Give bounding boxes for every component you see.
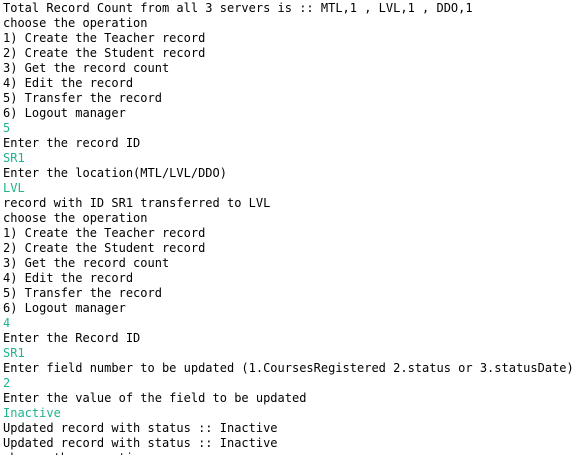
- console-line: choose the operation: [3, 16, 148, 30]
- console-line: Updated record with status :: Inactive: [3, 436, 278, 450]
- console-line: Enter field number to be updated (1.Cour…: [3, 361, 574, 375]
- console-line: 4) Edit the record: [3, 76, 134, 90]
- console-line: 2) Create the Student record: [3, 241, 206, 255]
- console-user-input: 5: [3, 121, 11, 135]
- console-output: Total Record Count from all 3 servers is…: [0, 0, 580, 455]
- console-line: Total Record Count from all 3 servers is…: [3, 1, 473, 15]
- console-line: 5) Transfer the record: [3, 91, 162, 105]
- console-line: record with ID SR1 transferred to LVL: [3, 196, 271, 210]
- console-line: choose the operation: [3, 211, 148, 225]
- console-line: Enter the value of the field to be updat…: [3, 391, 307, 405]
- console-user-input: SR1: [3, 151, 25, 165]
- console-line: 1) Create the Teacher record: [3, 226, 206, 240]
- console-line: 1) Create the Teacher record: [3, 31, 206, 45]
- console-user-input: LVL: [3, 181, 25, 195]
- console-line: Enter the Record ID: [3, 331, 141, 345]
- console-user-input: Inactive: [3, 406, 61, 420]
- console-user-input: SR1: [3, 346, 25, 360]
- console-line: 6) Logout manager: [3, 301, 126, 315]
- console-line: Enter the record ID: [3, 136, 141, 150]
- console-user-input: 4: [3, 316, 11, 330]
- console-line: 3) Get the record count: [3, 256, 170, 270]
- console-line: Updated record with status :: Inactive: [3, 421, 278, 435]
- console-line: 5) Transfer the record: [3, 286, 162, 300]
- console-user-input: 2: [3, 376, 11, 390]
- console-line: 6) Logout manager: [3, 106, 126, 120]
- console-line-partial: choose the operation: [3, 451, 580, 455]
- console-line: 4) Edit the record: [3, 271, 134, 285]
- console-line: Enter the location(MTL/LVL/DDO): [3, 166, 227, 180]
- console-line: 3) Get the record count: [3, 61, 170, 75]
- console-line: 2) Create the Student record: [3, 46, 206, 60]
